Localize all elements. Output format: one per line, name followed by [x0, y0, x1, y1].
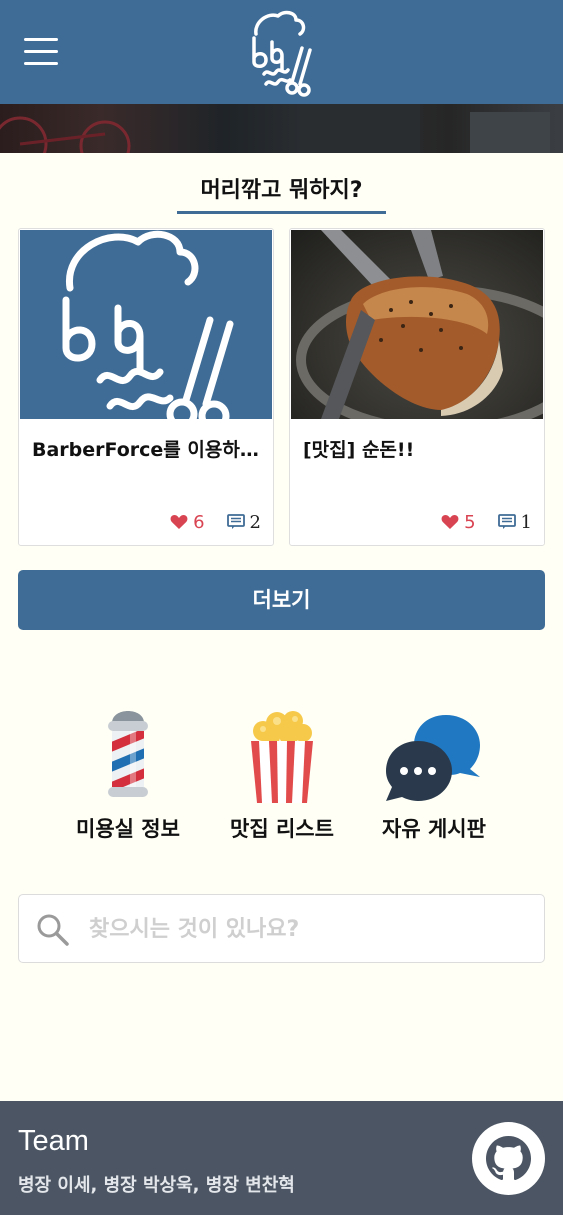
hero-banner-image	[0, 104, 563, 153]
app-header	[0, 0, 563, 104]
post-card[interactable]: BarberForce를 이용하여 ... 6 2	[18, 228, 274, 546]
comment-count[interactable]: 1	[497, 511, 532, 533]
barberforce-logo-image	[20, 230, 272, 419]
footer-title: Team	[18, 1125, 89, 1157]
category-free-board[interactable]: 자유 게시판	[364, 695, 504, 843]
category-label: 자유 게시판	[382, 817, 486, 841]
title-underline	[177, 211, 386, 214]
comment-count[interactable]: 2	[226, 511, 261, 533]
comment-count-value: 2	[249, 511, 261, 533]
like-count[interactable]: 6	[170, 511, 205, 533]
category-barber-info[interactable]: 미용실 정보	[58, 695, 198, 843]
team-members: 병장 이세, 병장 박상욱, 병장 변찬혁	[18, 1175, 295, 1196]
github-icon[interactable]	[472, 1122, 545, 1195]
category-restaurant-list[interactable]: 맛집 리스트	[212, 695, 352, 843]
post-card[interactable]: [맛집] 순돈!! 5 1	[289, 228, 545, 546]
more-button[interactable]: 더보기	[18, 570, 545, 630]
heart-icon	[441, 515, 459, 529]
section-title: 머리깎고 뭐하지?	[200, 178, 363, 203]
search-box	[18, 894, 545, 963]
comment-icon	[226, 514, 245, 529]
post-title: BarberForce를 이용하여 ...	[32, 439, 262, 461]
post-title: [맛집] 순돈!!	[303, 439, 415, 461]
heart-icon	[170, 515, 188, 529]
search-icon	[37, 914, 69, 946]
like-count-value: 6	[193, 511, 205, 533]
barberforce-logo-icon[interactable]	[246, 8, 318, 98]
grilled-pork-photo	[291, 230, 543, 419]
post-meta: 5 1	[441, 511, 532, 533]
popcorn-icon	[212, 695, 352, 803]
like-count[interactable]: 5	[441, 511, 476, 533]
hamburger-menu-icon[interactable]	[24, 38, 58, 66]
barber-pole-icon	[58, 695, 198, 803]
comment-count-value: 1	[520, 511, 532, 533]
like-count-value: 5	[464, 511, 476, 533]
chat-bubbles-icon	[364, 695, 504, 803]
post-meta: 6 2	[170, 511, 261, 533]
category-label: 맛집 리스트	[230, 817, 334, 841]
footer: Team 병장 이세, 병장 박상욱, 병장 변찬혁	[0, 1101, 563, 1215]
search-input[interactable]	[89, 907, 529, 951]
category-label: 미용실 정보	[76, 817, 180, 841]
comment-icon	[497, 514, 516, 529]
